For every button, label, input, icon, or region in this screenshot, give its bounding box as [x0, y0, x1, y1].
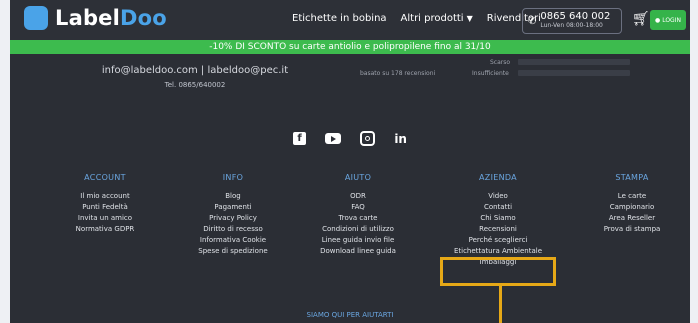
column-heading: AZIENDA	[479, 173, 517, 182]
footer-link[interactable]: Invita un amico	[40, 213, 170, 224]
footer-link[interactable]: Punti Fedeltà	[40, 202, 170, 213]
footer-link[interactable]: Chi Siamo	[433, 213, 563, 224]
instagram-icon[interactable]	[360, 131, 376, 146]
column-heading: STAMPA	[615, 173, 649, 182]
phone-icon: ✆	[528, 15, 537, 27]
footer-column-account: ACCOUNT Il mio account Punti Fedeltà Inv…	[40, 173, 170, 235]
footer-link[interactable]: Blog	[168, 191, 298, 202]
footer-link[interactable]: Perché sceglierci	[433, 235, 563, 246]
logo-text: LabelDoo	[55, 6, 167, 30]
login-button[interactable]: ● LOGIN	[650, 10, 686, 30]
review-label-scarso: Scarso	[490, 59, 511, 66]
highlight-box	[440, 257, 556, 286]
cart-icon[interactable]: 🛒︎	[632, 11, 650, 27]
footer-link[interactable]: Recensioni	[433, 224, 563, 235]
review-bar-insufficiente	[518, 70, 630, 76]
footer-link[interactable]: Diritto di recesso	[168, 224, 298, 235]
footer-link[interactable]: Informativa Cookie	[168, 235, 298, 246]
footer-link[interactable]: Normativa GDPR	[40, 224, 170, 235]
facebook-icon[interactable]: f	[293, 132, 307, 145]
footer-link[interactable]: Il mio account	[40, 191, 170, 202]
youtube-icon[interactable]	[325, 133, 342, 144]
column-heading: AIUTO	[344, 173, 372, 182]
footer-link-etichettatura-ambientale[interactable]: Etichettatura Ambientale	[433, 246, 563, 257]
chevron-down-icon: ▼	[466, 14, 473, 23]
social-links: f in	[10, 128, 690, 147]
footer-link[interactable]: Spese di spedizione	[168, 246, 298, 257]
help-heading: SIAMO QUI PER AIUTARTI	[306, 311, 394, 319]
footer-link[interactable]: Prova di stampa	[567, 224, 690, 235]
footer-link[interactable]: Linee guida invio file	[293, 235, 423, 246]
reviews-summary: basato su 178 recensioni	[360, 70, 436, 77]
website-frame: LabelDoo Etichette in bobina Altri prodo…	[10, 0, 690, 323]
footer-column-aiuto: AIUTO ODR FAQ Trova carte Condizioni di …	[293, 173, 423, 257]
logo-mark	[24, 6, 48, 30]
column-heading: INFO	[222, 173, 244, 182]
footer-link[interactable]: Campionario	[567, 202, 690, 213]
footer-column-azienda: AZIENDA Video Contatti Chi Siamo Recensi…	[433, 173, 563, 268]
promo-banner[interactable]: -10% DI SCONTO su carte antiolio e polip…	[10, 40, 690, 54]
footer-link[interactable]: Pagamenti	[168, 202, 298, 213]
site-logo[interactable]: LabelDoo	[24, 6, 167, 30]
column-heading: ACCOUNT	[84, 173, 126, 182]
footer-link[interactable]: Contatti	[433, 202, 563, 213]
phone-number: 0865 640 002	[540, 11, 611, 22]
footer-link[interactable]: Video	[433, 191, 563, 202]
review-label-insufficiente: Insufficiente	[472, 70, 509, 77]
footer-link[interactable]: ODR	[293, 191, 423, 202]
top-navigation: LabelDoo Etichette in bobina Altri prodo…	[10, 0, 690, 40]
phone-hours: Lun-Ven 08:00-18:00	[540, 22, 603, 29]
contact-emails[interactable]: info@labeldoo.com | labeldoo@pec.it	[10, 65, 380, 76]
footer-link[interactable]: Trova carte	[293, 213, 423, 224]
footer-link[interactable]: Download linee guida	[293, 246, 423, 257]
nav-links: Etichette in bobina Altri prodotti ▼ Rive…	[292, 13, 555, 24]
footer-link[interactable]: Condizioni di utilizzo	[293, 224, 423, 235]
nav-link-altri-prodotti[interactable]: Altri prodotti ▼	[401, 13, 473, 24]
contact-telephone: Tel. 0865/640002	[164, 81, 226, 89]
footer-column-info: INFO Blog Pagamenti Privacy Policy Dirit…	[168, 173, 298, 257]
footer-link[interactable]: Area Reseller	[567, 213, 690, 224]
review-bar-scarso	[518, 59, 630, 65]
linkedin-icon[interactable]: in	[394, 132, 407, 146]
footer-link[interactable]: FAQ	[293, 202, 423, 213]
footer-column-stampa: STAMPA Le carte Campionario Area Reselle…	[567, 173, 690, 235]
user-icon: ●	[655, 16, 661, 24]
footer-link[interactable]: Le carte	[567, 191, 690, 202]
nav-link-etichette[interactable]: Etichette in bobina	[292, 13, 387, 24]
phone-contact[interactable]: ✆ 0865 640 002 Lun-Ven 08:00-18:00	[522, 8, 622, 34]
footer-link[interactable]: Privacy Policy	[168, 213, 298, 224]
